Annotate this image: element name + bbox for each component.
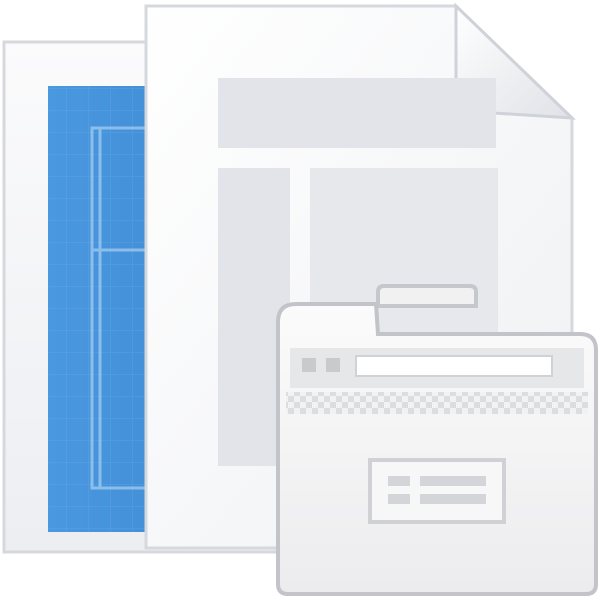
browser-window — [276, 284, 598, 596]
toolbar-divider — [286, 392, 588, 414]
window-content-box — [368, 458, 506, 524]
document-template-browser-icon — [2, 2, 598, 596]
window-dot-2 — [326, 358, 340, 372]
icon-canvas — [0, 0, 600, 600]
address-bar — [355, 355, 553, 377]
page-header-placeholder — [218, 78, 496, 148]
window-dot-1 — [302, 358, 316, 372]
